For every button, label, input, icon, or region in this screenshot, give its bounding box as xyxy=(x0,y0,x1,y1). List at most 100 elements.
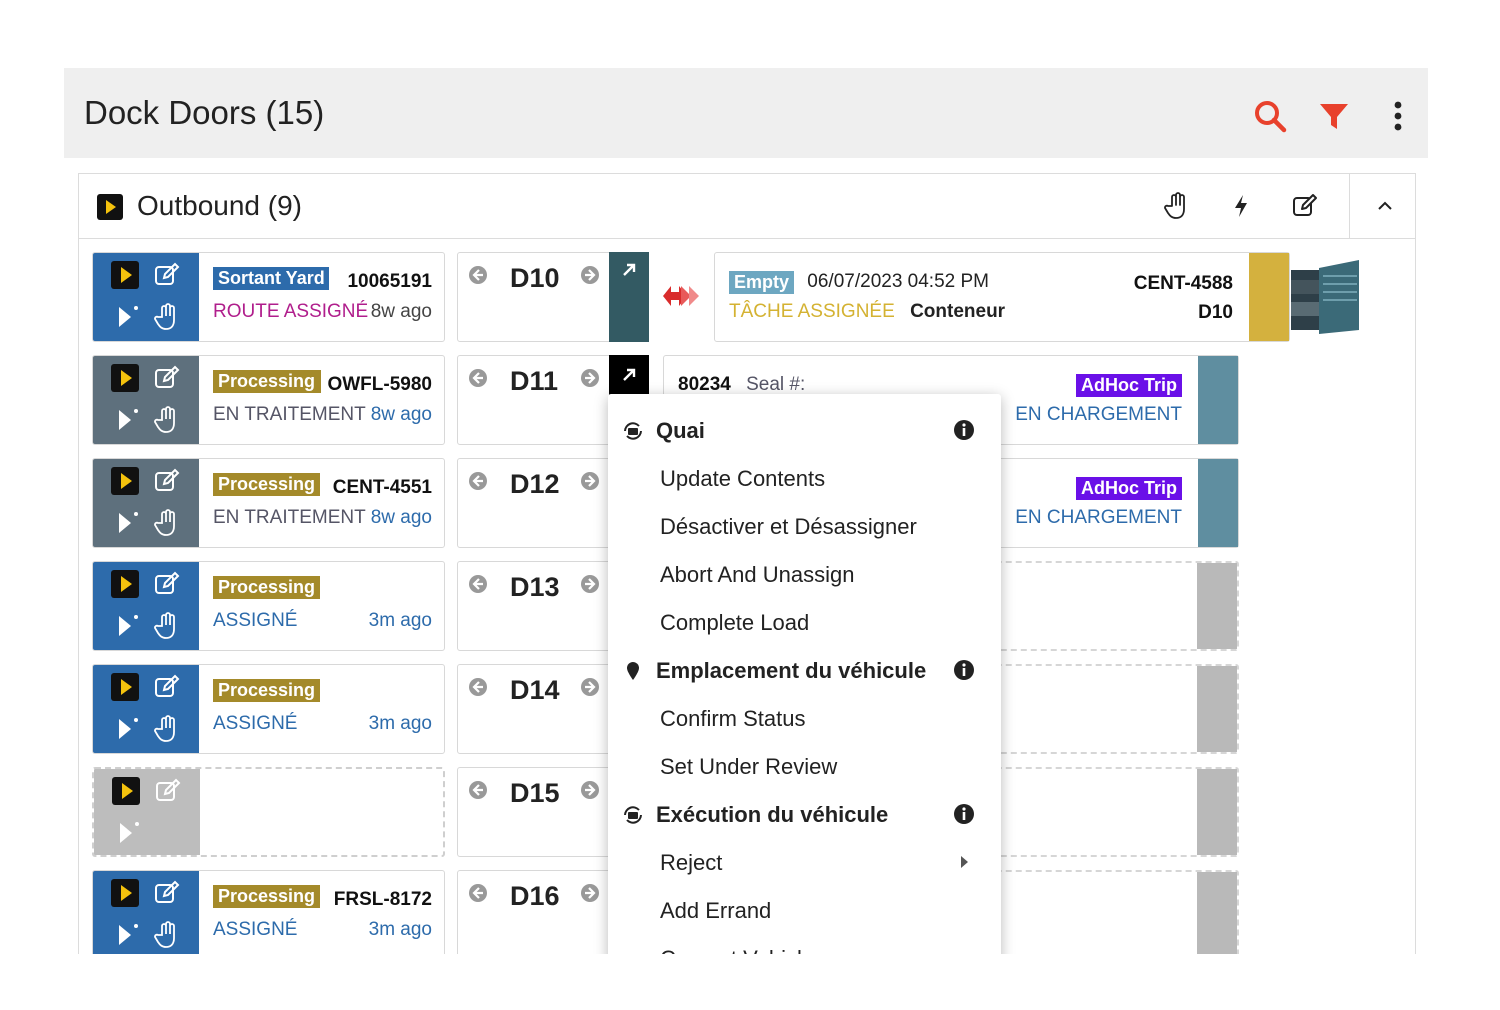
play-icon[interactable] xyxy=(111,467,139,495)
search-icon[interactable] xyxy=(1252,98,1288,134)
dock-row: Sortant Yard 10065191 ROUTE ASSIGNÉ 8w a… xyxy=(79,252,1415,344)
hand-icon[interactable] xyxy=(153,509,181,537)
arrow-left-icon[interactable] xyxy=(468,265,488,285)
arrow-right-icon[interactable] xyxy=(580,471,600,491)
edit-icon[interactable] xyxy=(153,879,181,907)
menu-item-label: Reject xyxy=(660,850,723,875)
arrow-left-icon[interactable] xyxy=(468,368,488,388)
slot-kind: Conteneur xyxy=(910,301,1006,322)
arrow-right-icon[interactable] xyxy=(580,368,600,388)
more-vertical-icon[interactable] xyxy=(1380,98,1416,134)
play-next-icon[interactable] xyxy=(111,406,139,434)
hand-icon[interactable] xyxy=(153,406,181,434)
arrow-right-icon[interactable] xyxy=(580,265,600,285)
card-status-line: EN TRAITEMENT 8w ago xyxy=(213,404,432,426)
play-next-icon[interactable] xyxy=(111,509,139,537)
menu-item-deactivate-unassign[interactable]: Désactiver et Désassigner xyxy=(608,502,1001,550)
trailer-slot[interactable]: Empty 06/07/2023 04:52 PM TÂCHE ASSIGNÉE… xyxy=(714,252,1290,342)
menu-item-update-contents[interactable]: Update Contents xyxy=(608,454,1001,502)
dock-icon xyxy=(624,422,642,440)
card-actions xyxy=(93,871,199,954)
vehicle-card[interactable]: Processing ASSIGNÉ 3m ago xyxy=(92,664,445,754)
arrow-right-icon[interactable] xyxy=(580,883,600,903)
edit-icon[interactable] xyxy=(154,777,182,805)
chevron-up-icon[interactable] xyxy=(1371,192,1399,220)
empty-vehicle-card[interactable] xyxy=(92,767,445,857)
filter-icon[interactable] xyxy=(1316,98,1352,134)
play-icon[interactable] xyxy=(111,261,139,289)
hand-icon[interactable] xyxy=(153,612,181,640)
vehicle-card[interactable]: Processing CENT-4551 EN TRAITEMENT 8w ag… xyxy=(92,458,445,548)
hand-icon[interactable] xyxy=(153,715,181,743)
door-strip[interactable] xyxy=(609,355,649,395)
status-text: ROUTE ASSIGNÉ xyxy=(213,301,369,322)
menu-item-add-errand[interactable]: Add Errand xyxy=(608,886,1001,934)
info-icon[interactable] xyxy=(953,419,975,441)
play-icon[interactable] xyxy=(112,777,140,805)
hand-icon[interactable] xyxy=(153,921,181,949)
status-text: ASSIGNÉ xyxy=(213,610,298,631)
menu-header-label: Exécution du véhicule xyxy=(656,802,889,827)
vehicle-card[interactable]: Processing ASSIGNÉ 3m ago xyxy=(92,561,445,651)
menu-item-label: Désactiver et Désassigner xyxy=(660,514,917,539)
edit-icon[interactable] xyxy=(153,570,181,598)
menu-item-set-under-review[interactable]: Set Under Review xyxy=(608,742,1001,790)
play-next-icon[interactable] xyxy=(112,819,140,847)
card-actions xyxy=(93,562,199,650)
arrow-left-icon[interactable] xyxy=(468,883,488,903)
play-icon[interactable] xyxy=(111,879,139,907)
open-external-icon[interactable] xyxy=(619,260,639,280)
vehicle-card[interactable]: Processing FRSL-8172 ASSIGNÉ 3m ago xyxy=(92,870,445,954)
menu-item-abort-unassign[interactable]: Abort And Unassign xyxy=(608,550,1001,598)
play-icon[interactable] xyxy=(111,570,139,598)
play-next-icon[interactable] xyxy=(111,921,139,949)
chevron-right-icon xyxy=(961,856,968,868)
arrow-left-icon[interactable] xyxy=(468,677,488,697)
menu-item-reject[interactable]: Reject xyxy=(608,838,1001,886)
card-actions xyxy=(93,356,199,444)
lightning-icon[interactable] xyxy=(1227,192,1255,220)
play-next-icon[interactable] xyxy=(111,715,139,743)
arrow-left-icon[interactable] xyxy=(468,574,488,594)
arrow-left-icon[interactable] xyxy=(468,780,488,800)
hand-icon[interactable] xyxy=(1163,192,1191,220)
arrow-right-icon[interactable] xyxy=(580,780,600,800)
time-ago: 3m ago xyxy=(368,919,432,940)
menu-item-label: Confirm Status xyxy=(660,706,806,731)
play-icon[interactable] xyxy=(111,364,139,392)
outbound-panel-header[interactable]: Outbound (9) xyxy=(79,174,1415,239)
menu-item-confirm-status[interactable]: Confirm Status xyxy=(608,694,1001,742)
door-label: D14 xyxy=(510,675,560,705)
header-divider xyxy=(1349,174,1350,239)
arrow-right-icon[interactable] xyxy=(580,677,600,697)
vehicle-execution-icon xyxy=(624,806,642,824)
edit-icon[interactable] xyxy=(1291,192,1319,220)
vehicle-card[interactable]: Sortant Yard 10065191 ROUTE ASSIGNÉ 8w a… xyxy=(92,252,445,342)
arrow-right-icon[interactable] xyxy=(580,574,600,594)
trailer-icon xyxy=(1291,260,1359,334)
trip-tag-wrap: AdHoc Trip xyxy=(1075,374,1182,397)
open-external-icon[interactable] xyxy=(619,365,639,385)
slot-status: EN CHARGEMENT xyxy=(1015,507,1182,528)
card-status-line: ASSIGNÉ 3m ago xyxy=(213,713,432,735)
hand-icon[interactable] xyxy=(153,303,181,331)
info-icon[interactable] xyxy=(953,803,975,825)
menu-item-complete-load[interactable]: Complete Load xyxy=(608,598,1001,646)
location-pin-icon xyxy=(627,662,639,680)
door-d10[interactable]: D10 xyxy=(457,252,649,342)
edit-icon[interactable] xyxy=(153,364,181,392)
info-icon[interactable] xyxy=(953,659,975,681)
edit-icon[interactable] xyxy=(153,467,181,495)
play-next-icon[interactable] xyxy=(111,612,139,640)
slot-door: D10 xyxy=(1198,302,1233,323)
play-next-icon[interactable] xyxy=(111,303,139,331)
play-icon[interactable] xyxy=(111,673,139,701)
edit-icon[interactable] xyxy=(153,261,181,289)
menu-item-convert-vehicle[interactable]: Convert Vehicle xyxy=(608,934,1001,954)
edit-icon[interactable] xyxy=(153,673,181,701)
vehicle-card[interactable]: Processing OWFL-5980 EN TRAITEMENT 8w ag… xyxy=(92,355,445,445)
arrow-left-icon[interactable] xyxy=(468,471,488,491)
door-strip[interactable] xyxy=(609,252,649,342)
status-text: EN TRAITEMENT xyxy=(213,507,366,528)
slot-status: EN CHARGEMENT xyxy=(1015,404,1182,425)
